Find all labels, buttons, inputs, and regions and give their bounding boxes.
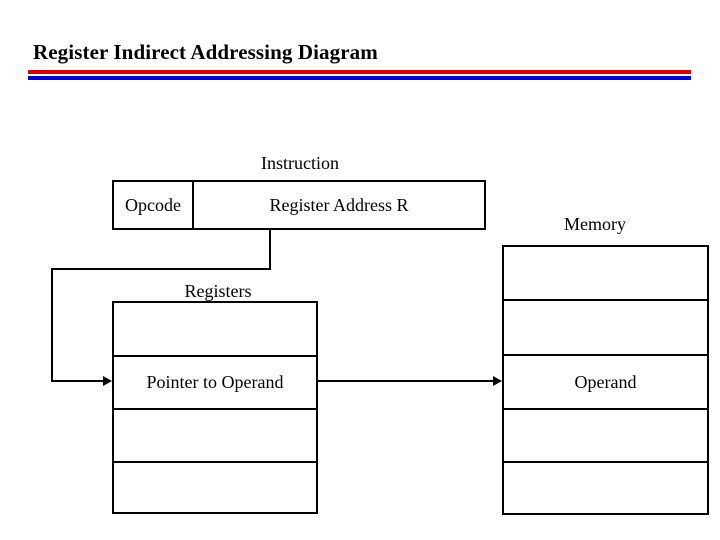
title-rule-red	[28, 70, 691, 74]
connector-drop-to-registers	[51, 268, 53, 382]
connector-pointer-to-memory	[318, 380, 494, 382]
memory-row-2	[504, 301, 707, 354]
memory-label: Memory	[564, 214, 626, 234]
arrowhead-into-memory	[493, 376, 502, 386]
memory-row-1	[504, 247, 707, 299]
memory-row-3: Operand	[574, 371, 637, 392]
registers-label: Registers	[184, 281, 252, 301]
connector-run-left	[51, 268, 271, 270]
slide-canvas: Register Indirect Addressing Diagram Ins…	[0, 0, 720, 540]
arrowhead-into-registers	[103, 376, 112, 386]
connector-run-right-to-registers	[51, 380, 110, 382]
page-title: Register Indirect Addressing Diagram	[33, 40, 378, 64]
memory-row-5	[504, 463, 707, 513]
memory-row-4	[504, 410, 707, 461]
registers-row-1	[114, 303, 316, 355]
registers-row-4	[114, 463, 316, 512]
registers-row-3	[114, 410, 316, 461]
instruction-field-opcode: Opcode	[125, 194, 181, 215]
instruction-field-register-address: Register Address R	[269, 194, 409, 215]
title-rule-blue	[28, 76, 691, 80]
connector-drop-from-instruction	[269, 230, 271, 270]
instruction-label: Instruction	[261, 153, 339, 173]
registers-row-2: Pointer to Operand	[146, 372, 284, 392]
